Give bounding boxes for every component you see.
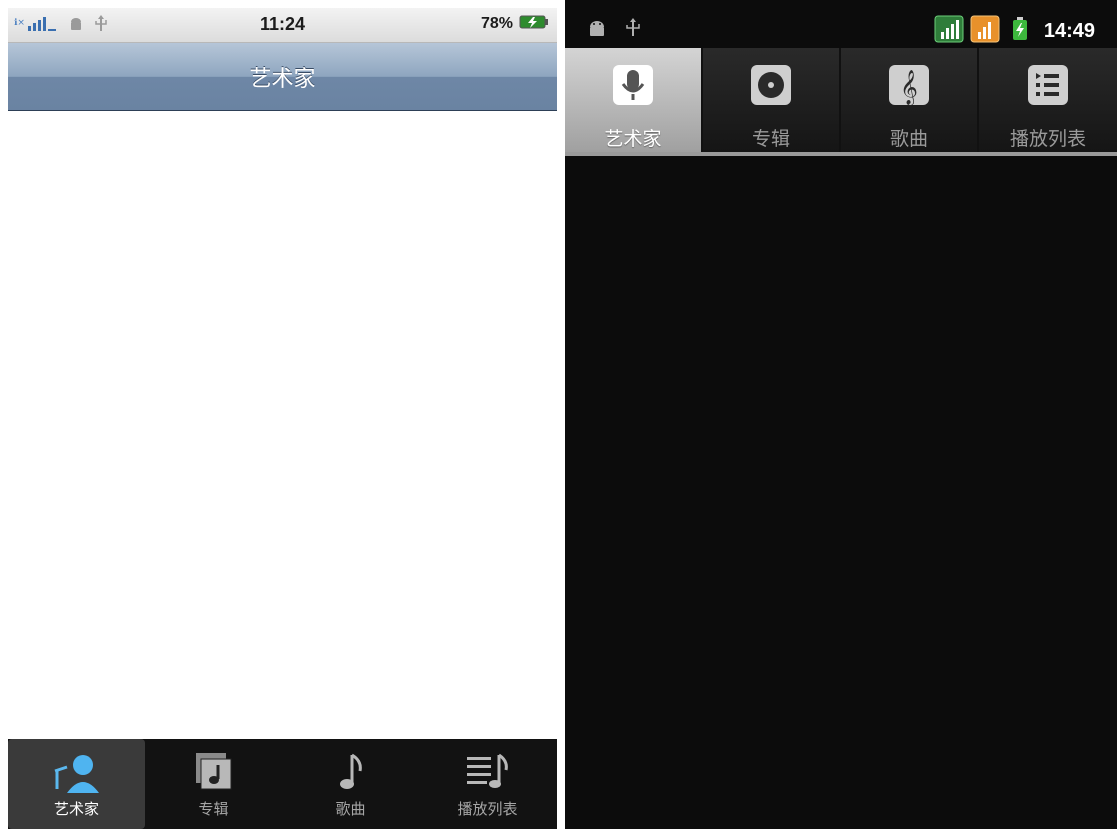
- tab-albums[interactable]: 专辑: [703, 48, 839, 152]
- android-icon: [587, 19, 607, 41]
- tab-label: 播放列表: [457, 800, 518, 818]
- list-icon: [1027, 64, 1069, 110]
- tab-albums[interactable]: 专辑: [145, 739, 282, 829]
- artist-list[interactable]: [565, 156, 1117, 829]
- tab-playlists[interactable]: 播放列表: [979, 48, 1117, 152]
- tab-label: 专辑: [198, 800, 229, 818]
- tab-artists[interactable]: 艺术家: [565, 48, 701, 152]
- tab-label: 艺术家: [604, 128, 662, 150]
- page-title: 艺术家: [249, 67, 316, 92]
- status-bar: ℹ× 11:24 78%: [8, 8, 557, 43]
- tab-label: 播放列表: [1009, 128, 1086, 150]
- navigation-bar: 艺术家: [8, 43, 557, 111]
- tab-bar: 艺术家 专辑 歌曲 播放列表: [8, 739, 557, 829]
- svg-text:𝄞: 𝄞: [900, 70, 918, 106]
- tab-label: 专辑: [751, 128, 790, 150]
- playlist-icon: [465, 751, 511, 797]
- right-phone-screen: 14:49 艺术家 专辑 𝄞 歌曲 播放列表: [565, 0, 1117, 829]
- tab-bar: 艺术家 专辑 𝄞 歌曲 播放列表: [565, 48, 1117, 154]
- battery-charging-icon: [1012, 17, 1028, 45]
- status-bar: 14:49: [565, 8, 1117, 48]
- tab-playlists[interactable]: 播放列表: [419, 739, 556, 829]
- tab-label: 歌曲: [889, 128, 928, 150]
- tab-label: 歌曲: [335, 800, 366, 818]
- tab-songs[interactable]: 𝄞 歌曲: [841, 48, 977, 152]
- battery-charging-icon: [519, 14, 549, 34]
- music-note-icon: [336, 751, 366, 797]
- disc-icon: [750, 64, 792, 110]
- usb-icon: [625, 18, 641, 42]
- signal-orange-icon: [970, 15, 1000, 47]
- left-phone-screen: ℹ× 11:24 78% 艺术家 艺术家 专辑 歌曲 播放列表: [0, 0, 557, 829]
- album-icon: [194, 751, 234, 797]
- tab-label: 艺术家: [53, 800, 99, 818]
- battery-percent: 78%: [480, 15, 513, 32]
- status-time: 14:49: [1043, 19, 1095, 42]
- signal-green-icon: [934, 15, 964, 47]
- artist-icon: [49, 751, 105, 799]
- tab-songs[interactable]: 歌曲: [282, 739, 419, 829]
- tab-artists[interactable]: 艺术家: [8, 739, 145, 829]
- status-time: 11:24: [259, 14, 306, 34]
- artist-list[interactable]: [8, 111, 557, 739]
- treble-clef-icon: 𝄞: [888, 64, 930, 110]
- microphone-icon: [612, 64, 654, 110]
